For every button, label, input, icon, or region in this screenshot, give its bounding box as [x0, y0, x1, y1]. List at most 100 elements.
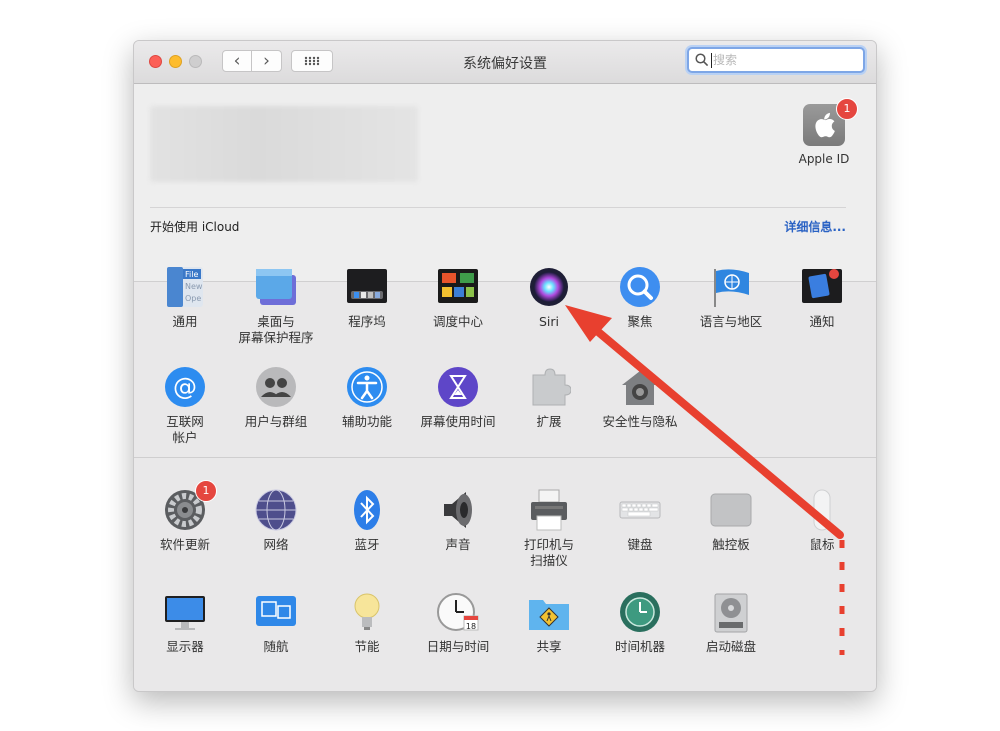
- clock-calendar-icon: 18: [436, 590, 480, 634]
- pref-startup-disk[interactable]: 启动磁盘: [686, 590, 776, 655]
- notifications-icon: [800, 265, 844, 309]
- pref-mouse[interactable]: 鼠标: [777, 488, 867, 553]
- pref-internet-accounts[interactable]: @ 互联网 帐户: [140, 365, 230, 446]
- pref-date-time[interactable]: 18 日期与时间: [413, 590, 503, 655]
- pref-software-update[interactable]: 1 软件更新: [140, 480, 230, 553]
- pref-sharing[interactable]: 共享: [504, 590, 594, 655]
- pref-sidecar[interactable]: 随航: [231, 590, 321, 655]
- pref-extensions[interactable]: 扩展: [504, 365, 594, 430]
- personal-prefs-section: File New Ope 通用 桌面与 屏幕保护程序 程序坞 调度中心 Siri…: [134, 241, 876, 457]
- pref-siri[interactable]: Siri: [504, 265, 594, 330]
- apple-id-label: Apple ID: [798, 152, 850, 166]
- pref-label: 显示器: [166, 639, 204, 654]
- pref-label: 蓝牙: [354, 537, 380, 552]
- pref-label: 触控板: [712, 537, 750, 552]
- pref-label: 辅助功能: [341, 414, 392, 429]
- pref-desktop-screensaver[interactable]: 桌面与 屏幕保护程序: [231, 265, 321, 346]
- pref-dock[interactable]: 程序坞: [322, 265, 412, 330]
- globe-icon: [254, 488, 298, 532]
- pref-label: 共享: [536, 639, 562, 654]
- general-icon: File New Ope: [163, 265, 207, 309]
- dock-icon: [345, 265, 389, 309]
- divider: [150, 207, 846, 208]
- svg-text:Ope: Ope: [185, 294, 201, 303]
- pref-security-privacy[interactable]: 安全性与隐私: [595, 365, 685, 430]
- users-icon: [254, 365, 298, 409]
- desktop-screensaver-icon: [254, 265, 298, 309]
- pref-label: 安全性与隐私: [602, 414, 678, 429]
- pref-general[interactable]: File New Ope 通用: [140, 265, 230, 330]
- siri-icon: [527, 265, 571, 309]
- pref-label: 软件更新: [159, 537, 210, 552]
- details-link[interactable]: 详细信息...: [784, 218, 846, 235]
- at-sign-icon: @: [163, 365, 207, 409]
- pref-label: 随航: [263, 639, 289, 654]
- puzzle-piece-icon: [527, 365, 572, 409]
- blurred-user-info: [150, 106, 418, 182]
- pref-network[interactable]: 网络: [231, 488, 321, 553]
- gear-icon: 1: [163, 480, 217, 532]
- bluetooth-icon: [345, 488, 389, 532]
- speaker-icon: [436, 488, 480, 532]
- svg-text:18: 18: [466, 622, 476, 631]
- pref-label: 启动磁盘: [705, 639, 756, 654]
- update-badge: 1: [195, 480, 217, 502]
- pref-time-machine[interactable]: 时间机器: [595, 590, 685, 655]
- title-bar: ‹ › 系统偏好设置: [134, 41, 876, 84]
- pref-label: 时间机器: [614, 639, 665, 654]
- svg-text:New: New: [185, 282, 203, 291]
- pref-printers-scanners[interactable]: 打印机与 扫描仪: [504, 488, 594, 569]
- search-field[interactable]: [687, 47, 865, 73]
- icloud-prompt: 开始使用 iCloud: [150, 220, 240, 234]
- pref-energy-saver[interactable]: 节能: [322, 590, 412, 655]
- search-input[interactable]: [713, 51, 853, 69]
- display-icon: [163, 590, 207, 634]
- pref-keyboard[interactable]: 键盘: [595, 488, 685, 553]
- pref-label: 键盘: [627, 537, 653, 552]
- pref-label: 程序坞: [348, 314, 386, 329]
- pref-label: 声音: [445, 537, 471, 552]
- pref-label: 通知: [809, 314, 835, 329]
- pref-notifications[interactable]: 通知: [777, 265, 867, 330]
- apple-id-pref[interactable]: 1 Apple ID: [794, 98, 858, 166]
- apple-id-badge: 1: [836, 98, 858, 120]
- pref-bluetooth[interactable]: 蓝牙: [322, 488, 412, 553]
- pref-label: 聚焦: [627, 314, 653, 329]
- spotlight-icon: [618, 265, 662, 309]
- pref-accessibility[interactable]: 辅助功能: [322, 365, 412, 430]
- sharing-folder-icon: [527, 590, 571, 634]
- keyboard-icon: [618, 488, 662, 532]
- mission-control-icon: [436, 265, 480, 309]
- svg-text:File: File: [185, 270, 198, 279]
- hardware-prefs-section: 1 软件更新 网络 蓝牙 声音 打印机与 扫描仪 键盘 触控板 鼠标 显示器 随…: [134, 457, 876, 691]
- pref-label: 互联网 帐户: [166, 414, 204, 445]
- pref-label: 通用: [172, 314, 198, 329]
- pref-spotlight[interactable]: 聚焦: [595, 265, 685, 330]
- pref-label: 节能: [354, 639, 380, 654]
- hard-drive-icon: [709, 590, 753, 634]
- pref-displays[interactable]: 显示器: [140, 590, 230, 655]
- pref-label: Siri: [538, 314, 560, 329]
- light-bulb-icon: [345, 590, 389, 634]
- trackpad-icon: [709, 488, 753, 532]
- pref-screen-time[interactable]: 屏幕使用时间: [413, 365, 503, 430]
- pref-sound[interactable]: 声音: [413, 488, 503, 553]
- pref-label: 扩展: [536, 414, 562, 429]
- pref-language-region[interactable]: 语言与地区: [686, 265, 776, 330]
- search-icon: [695, 53, 709, 67]
- sidecar-icon: [254, 590, 298, 634]
- pref-label: 桌面与 屏幕保护程序: [238, 314, 314, 345]
- pref-mission-control[interactable]: 调度中心: [413, 265, 503, 330]
- text-cursor: [711, 53, 712, 68]
- pref-label: 鼠标: [809, 537, 835, 552]
- house-lock-icon: [618, 365, 662, 409]
- pref-users-groups[interactable]: 用户与群组: [231, 365, 321, 430]
- pref-label: 用户与群组: [244, 414, 308, 429]
- svg-text:@: @: [173, 373, 197, 401]
- pref-label: 打印机与 扫描仪: [523, 537, 574, 568]
- hourglass-icon: [436, 365, 480, 409]
- pref-label: 网络: [263, 537, 289, 552]
- printer-icon: [527, 488, 571, 532]
- pref-trackpad[interactable]: 触控板: [686, 488, 776, 553]
- pref-label: 调度中心: [432, 314, 483, 329]
